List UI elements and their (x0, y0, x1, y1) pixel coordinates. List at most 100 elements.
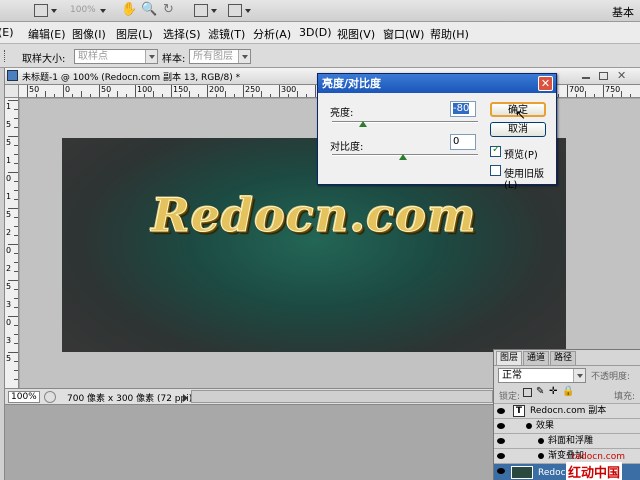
ruler-label: 2 (6, 264, 12, 273)
chevron-down-icon[interactable] (100, 9, 106, 13)
screen-view-icon[interactable] (228, 4, 242, 17)
brightness-slider-track[interactable] (332, 121, 478, 123)
maximize-icon[interactable] (599, 72, 608, 80)
eye-icon[interactable] (497, 453, 505, 459)
ruler-tick (270, 94, 271, 97)
blend-mode-select[interactable]: 正常 (498, 368, 586, 383)
chevron-down-icon[interactable] (51, 9, 57, 13)
options-bar: 取样大小: 取样点 样本: 所有图层 (0, 44, 640, 68)
ruler-tick (8, 208, 18, 209)
eye-icon[interactable] (497, 438, 505, 444)
menu-edit[interactable]: 编辑(E) (28, 26, 66, 42)
hand-tool-icon[interactable]: ✋ (121, 2, 137, 17)
lock-position-icon[interactable]: ✛ (549, 386, 557, 397)
menu-file-fragment[interactable]: (E) (0, 26, 14, 39)
eye-icon[interactable] (497, 468, 505, 474)
tab-paths[interactable]: 路径 (550, 351, 577, 365)
ruler-tick (225, 91, 226, 97)
brightness-input[interactable]: -80 (450, 101, 476, 117)
ruler-tick (8, 352, 18, 353)
ruler-tick (14, 379, 18, 380)
ruler-label: 700 (569, 85, 585, 94)
workspace-switcher[interactable]: 基本 (612, 4, 634, 20)
ruler-tick (14, 217, 18, 218)
chevron-down-icon[interactable] (211, 9, 217, 13)
tab-channels[interactable]: 通道 (523, 351, 550, 365)
lock-transparent-icon[interactable] (523, 388, 532, 397)
close-icon[interactable]: ✕ (617, 69, 626, 82)
sample-size-value: 取样点 (78, 51, 108, 62)
menu-help[interactable]: 帮助(H) (430, 26, 469, 42)
application-bar: 100% ✋ 🔍 ↻ 基本 (0, 0, 640, 22)
sample-size-select[interactable]: 取样点 (74, 49, 158, 64)
cancel-button[interactable]: 取消 (490, 122, 546, 137)
effects-label: 效果 (536, 421, 555, 431)
ruler-tick (14, 127, 18, 128)
effect-eye-icon[interactable] (538, 438, 544, 444)
sample-value: 所有图层 (193, 51, 233, 62)
status-icon[interactable] (44, 391, 56, 403)
brightness-label: 亮度: (330, 108, 354, 119)
ruler-label: 3 (6, 300, 12, 309)
dialog-title-text: 亮度/对比度 (322, 77, 382, 90)
lock-label: 锁定: (499, 392, 521, 402)
layer-row[interactable]: 效果 (494, 418, 640, 433)
menu-select[interactable]: 选择(S) (163, 26, 201, 42)
zoom-tool-icon[interactable]: 🔍 (141, 2, 157, 17)
blend-mode-value: 正常 (502, 370, 522, 381)
ruler-tick (27, 85, 28, 97)
grip-icon[interactable] (4, 50, 6, 62)
vertical-ruler[interactable]: 1 5 5 1 0 1 5 2 0 2 5 3 0 3 5 (5, 98, 19, 388)
menu-image[interactable]: 图像(I) (72, 26, 106, 42)
ruler-tick (14, 154, 18, 155)
rotate-view-icon[interactable]: ↻ (163, 2, 174, 17)
minimize-icon[interactable] (582, 77, 590, 79)
eye-icon[interactable] (497, 423, 505, 429)
preview-label[interactable]: 预览(P) (504, 146, 538, 161)
tab-layers[interactable]: 图层 (496, 351, 523, 365)
ruler-tick (279, 85, 280, 97)
legacy-label[interactable]: 使用旧版(L) (504, 165, 556, 191)
lock-pixels-icon[interactable]: ✎ (536, 386, 544, 397)
brightness-slider-thumb[interactable] (359, 121, 367, 127)
legacy-checkbox[interactable] (490, 165, 501, 176)
chevron-down-icon (145, 50, 157, 63)
ruler-label: 5 (6, 354, 12, 363)
layer-row[interactable]: T Redocn.com 副本 (494, 403, 640, 418)
ruler-label: 5 (6, 138, 12, 147)
menu-bar: (E) 编辑(E) 图像(I) 图层(L) 选择(S) 滤镜(T) 分析(A) … (0, 22, 640, 44)
watermark: redocn.com 红动中国 (510, 448, 640, 480)
ruler-origin[interactable] (5, 85, 19, 98)
lock-all-icon[interactable]: 🔒 (562, 386, 574, 397)
ruler-label: 2 (6, 228, 12, 237)
zoom-field[interactable]: 100% (8, 391, 40, 403)
contrast-input[interactable]: 0 (450, 134, 476, 150)
dialog-title[interactable]: 亮度/对比度 (318, 74, 556, 93)
arrange-documents-icon[interactable] (194, 4, 208, 17)
menu-window[interactable]: 窗口(W) (383, 26, 424, 42)
preview-checkbox[interactable]: ✓ (490, 144, 501, 157)
menu-analysis[interactable]: 分析(A) (253, 26, 291, 42)
ruler-tick (207, 85, 208, 97)
info-menu-arrow-icon[interactable] (183, 394, 188, 402)
eye-icon[interactable] (497, 408, 505, 414)
contrast-label: 对比度: (330, 142, 364, 153)
contrast-slider-thumb[interactable] (399, 154, 407, 160)
menu-filter[interactable]: 滤镜(T) (208, 26, 245, 42)
screen-mode-icon[interactable] (34, 4, 48, 17)
zoom-level[interactable]: 100% (70, 5, 96, 15)
ruler-tick (14, 109, 18, 110)
sample-select[interactable]: 所有图层 (189, 49, 251, 64)
menu-view[interactable]: 视图(V) (337, 26, 375, 42)
fill-label: 填充: (614, 392, 636, 402)
horizontal-scrollbar[interactable] (191, 390, 493, 403)
layer-row[interactable]: 斜面和浮雕 (494, 433, 640, 448)
ruler-tick (153, 91, 154, 97)
sample-label: 样本: (162, 54, 186, 65)
ruler-tick (45, 91, 46, 97)
watermark-url: redocn.com (572, 452, 625, 462)
menu-layer[interactable]: 图层(L) (116, 26, 153, 42)
menu-3d[interactable]: 3D(D) (299, 26, 332, 39)
chevron-down-icon[interactable] (245, 9, 251, 13)
close-icon[interactable]: ✕ (538, 76, 553, 91)
